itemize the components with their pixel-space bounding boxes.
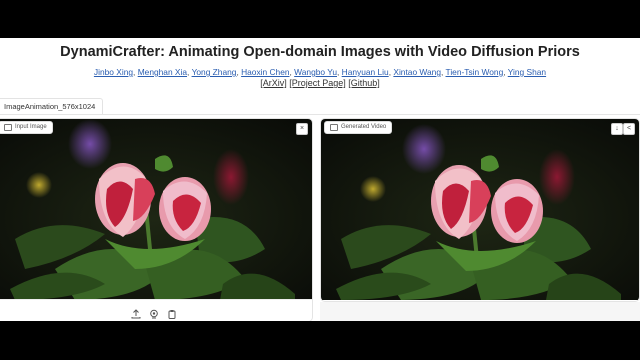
author-link[interactable]: Xintao Wang bbox=[393, 67, 441, 77]
share-icon: < bbox=[626, 125, 632, 132]
author-link[interactable]: Tien-Tsin Wong bbox=[446, 67, 504, 77]
share-button[interactable]: < bbox=[623, 123, 635, 135]
author-link[interactable]: Haoxin Chen bbox=[241, 67, 289, 77]
generated-video-label: Generated Video bbox=[324, 121, 393, 134]
app-page: DynamiCrafter: Animating Open-domain Ima… bbox=[0, 38, 640, 321]
generated-video-panel[interactable]: Generated Video ↓ < bbox=[320, 118, 640, 302]
author-list: Jinbo Xing, Menghan Xia, Yong Zhang, Hao… bbox=[93, 67, 547, 77]
author-link[interactable]: Ying Shan bbox=[508, 67, 546, 77]
github-link[interactable]: [Github] bbox=[348, 78, 380, 88]
clear-image-button[interactable]: × bbox=[296, 123, 308, 135]
input-image-panel[interactable]: Input Image × bbox=[0, 118, 313, 321]
arxiv-link[interactable]: [ArXiv] bbox=[260, 78, 287, 88]
resource-links: [ArXiv] [Project Page] [Github] bbox=[0, 78, 640, 88]
generated-video-label-text: Generated Video bbox=[341, 124, 387, 130]
project-page-link[interactable]: [Project Page] bbox=[289, 78, 346, 88]
author-link[interactable]: Yong Zhang bbox=[192, 67, 237, 77]
close-icon: × bbox=[299, 125, 305, 132]
author-link[interactable]: Menghan Xia bbox=[138, 67, 187, 77]
input-image-art bbox=[0, 119, 312, 300]
input-image-label: Input Image bbox=[0, 121, 53, 134]
author-link[interactable]: Hanyuan Liu bbox=[342, 67, 389, 77]
input-image-label-text: Input Image bbox=[15, 124, 47, 130]
output-footer bbox=[320, 302, 640, 321]
author-link[interactable]: Wangbo Yu bbox=[294, 67, 337, 77]
tab-divider bbox=[0, 114, 640, 115]
webcam-icon[interactable] bbox=[149, 306, 159, 318]
generated-video-frame bbox=[321, 119, 639, 300]
download-icon: ↓ bbox=[615, 125, 619, 132]
input-source-toolbar bbox=[0, 299, 312, 321]
upload-icon[interactable] bbox=[131, 306, 141, 318]
clipboard-icon[interactable] bbox=[167, 306, 177, 319]
author-link[interactable]: Jinbo Xing bbox=[94, 67, 133, 77]
page-title: DynamiCrafter: Animating Open-domain Ima… bbox=[60, 44, 580, 60]
input-image bbox=[0, 119, 312, 300]
video-icon bbox=[330, 124, 338, 131]
generated-video[interactable] bbox=[321, 119, 639, 300]
tab-image-animation[interactable]: ImageAnimation_576x1024 bbox=[0, 98, 104, 114]
download-button[interactable]: ↓ bbox=[611, 123, 623, 135]
image-icon bbox=[4, 124, 12, 131]
